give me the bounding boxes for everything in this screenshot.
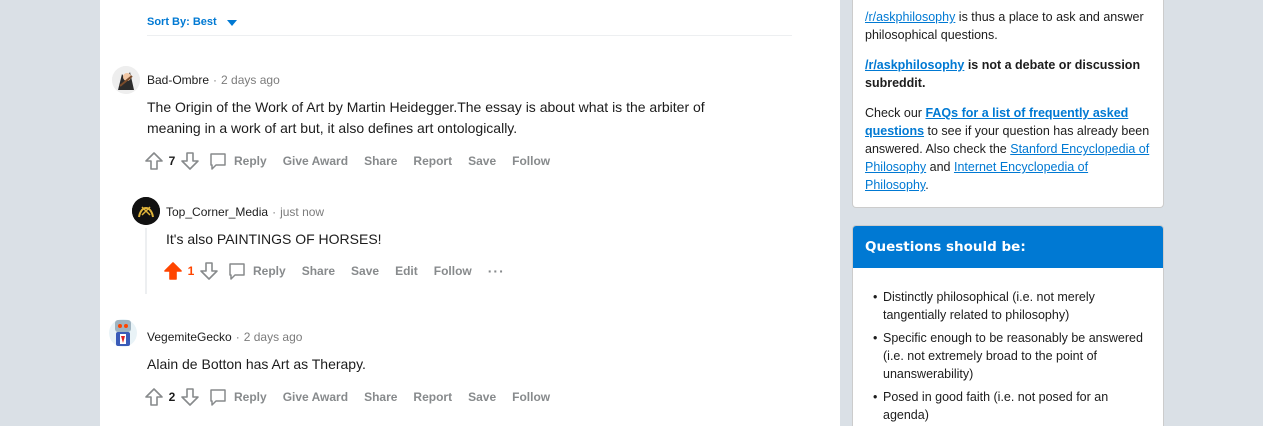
sort-label: Sort By: Best (147, 16, 217, 28)
comment-meta: VegemiteGecko · 2 days ago (147, 330, 302, 344)
reply-button[interactable]: Reply (227, 261, 294, 281)
rule-item: Specific enough to be reasonably be answ… (873, 329, 1151, 383)
separator-dot: · (213, 73, 218, 87)
comment-bubble-icon (229, 263, 245, 280)
downvote-icon[interactable] (199, 261, 219, 281)
comment-body: Alain de Botton has Art as Therapy. (147, 356, 366, 372)
comment-meta: Bad-Ombre · 2 days ago (147, 73, 280, 87)
comment-actions: 1 Reply Share Save Edit Follow ··· (163, 259, 521, 283)
comment-actions: 7 Reply Give Award Share Report Save Fol… (144, 149, 566, 173)
avatar-vegemite-gecko-icon (109, 319, 137, 347)
upvote-active-icon[interactable] (163, 261, 183, 281)
follow-button[interactable]: Follow (512, 154, 558, 168)
avatar[interactable] (112, 66, 140, 94)
rules-card-title: Questions should be: (853, 226, 1163, 268)
follow-button[interactable]: Follow (512, 390, 558, 404)
downvote-icon[interactable] (180, 151, 200, 171)
separator-dot: · (235, 330, 240, 344)
separator-dot: · (272, 205, 277, 219)
author-link[interactable]: VegemiteGecko (147, 330, 232, 344)
reply-label: Reply (234, 154, 267, 168)
rule-item: Posed in good faith (i.e. not posed for … (873, 388, 1151, 424)
edit-button[interactable]: Edit (395, 264, 426, 278)
vote-controls: 2 (144, 387, 200, 407)
about-community-card: /r/askphilosophy is thus a place to ask … (852, 0, 1164, 208)
comment-body: It's also PAINTINGS OF HORSES! (166, 231, 382, 247)
about-paragraph-2: /r/askphilosophy is not a debate or disc… (865, 56, 1151, 92)
more-options-icon[interactable]: ··· (488, 263, 513, 279)
upvote-icon[interactable] (144, 151, 164, 171)
timestamp[interactable]: just now (280, 205, 324, 219)
author-link[interactable]: Bad-Ombre (147, 73, 209, 87)
upvote-icon[interactable] (144, 387, 164, 407)
give-award-button[interactable]: Give Award (283, 390, 356, 404)
thread-line[interactable] (145, 228, 147, 294)
report-button[interactable]: Report (413, 154, 460, 168)
score: 7 (168, 154, 176, 168)
share-button[interactable]: Share (364, 154, 405, 168)
comment-bubble-icon (210, 389, 226, 406)
about-text: Check our (865, 106, 926, 120)
reply-button[interactable]: Reply (208, 387, 275, 407)
score: 1 (187, 264, 195, 278)
vote-controls: 7 (144, 151, 200, 171)
score: 2 (168, 390, 176, 404)
comment-meta: Top_Corner_Media · just now (166, 205, 324, 219)
follow-button[interactable]: Follow (434, 264, 480, 278)
downvote-icon[interactable] (180, 387, 200, 407)
caret-down-icon (226, 19, 237, 26)
share-button[interactable]: Share (302, 264, 343, 278)
about-paragraph-3: Check our FAQs for a list of frequently … (865, 104, 1151, 194)
reply-button[interactable]: Reply (208, 151, 275, 171)
about-text: . (925, 178, 929, 192)
comment-bubble-icon (210, 153, 226, 170)
give-award-button[interactable]: Give Award (283, 154, 356, 168)
subreddit-link[interactable]: /r/askphilosophy (865, 10, 955, 24)
avatar-top-corner-media-icon (132, 197, 160, 225)
save-button[interactable]: Save (351, 264, 387, 278)
avatar[interactable] (132, 197, 160, 225)
sort-bar: Sort By: Best (147, 12, 792, 36)
rule-item: Distinctly philosophical (i.e. not merel… (873, 288, 1151, 324)
save-button[interactable]: Save (468, 154, 504, 168)
timestamp[interactable]: 2 days ago (244, 330, 303, 344)
rules-list: Distinctly philosophical (i.e. not merel… (853, 268, 1163, 424)
about-paragraph-1: /r/askphilosophy is thus a place to ask … (865, 8, 1151, 44)
rules-card: Questions should be: Distinctly philosop… (852, 225, 1164, 426)
timestamp[interactable]: 2 days ago (221, 73, 280, 87)
sort-dropdown[interactable]: Sort By: Best (147, 16, 237, 28)
author-link[interactable]: Top_Corner_Media (166, 205, 268, 219)
share-button[interactable]: Share (364, 390, 405, 404)
report-button[interactable]: Report (413, 390, 460, 404)
avatar-bad-ombre-icon (112, 66, 140, 94)
save-button[interactable]: Save (468, 390, 504, 404)
subreddit-link[interactable]: /r/askphilosophy (865, 58, 964, 72)
reply-label: Reply (253, 264, 286, 278)
reply-label: Reply (234, 390, 267, 404)
vote-controls: 1 (163, 261, 219, 281)
avatar[interactable] (108, 316, 138, 350)
comments-panel: Sort By: Best Bad-Ombre · 2 days ago The O… (100, 0, 840, 426)
comment-actions: 2 Reply Give Award Share Report Save Fol… (144, 385, 566, 409)
about-text: and (926, 160, 954, 174)
comment-body: The Origin of the Work of Art by Martin … (147, 99, 705, 136)
